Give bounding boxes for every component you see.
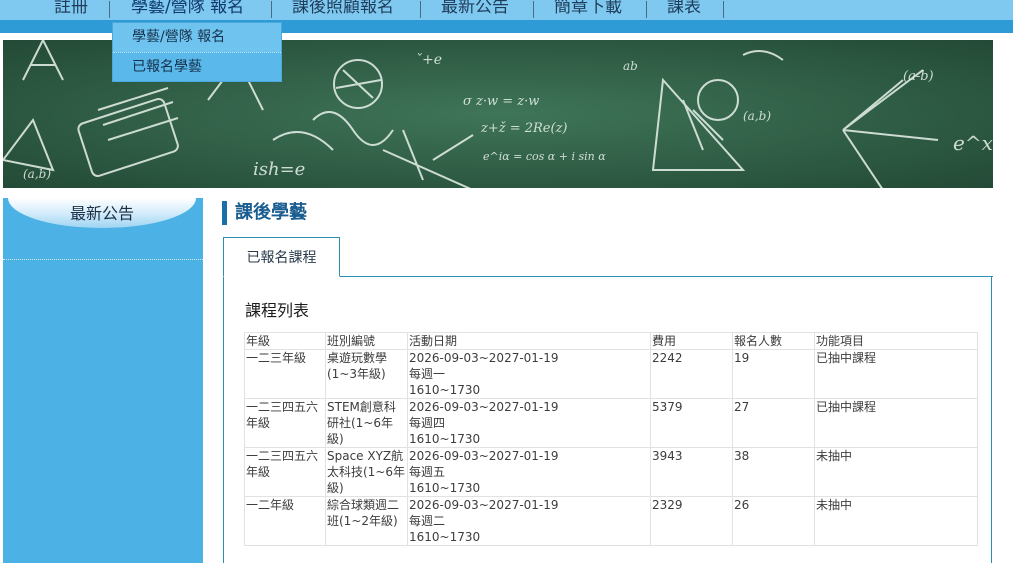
header-activity-date: 活動日期 bbox=[407, 332, 651, 350]
dropdown-item-enrolled-arts[interactable]: 已報名學藝 bbox=[113, 52, 281, 81]
sidebar-divider bbox=[3, 259, 203, 260]
cell-enrolled-count: 38 bbox=[732, 447, 815, 497]
table-row: 一二年級 綜合球類週二班(1~2年級) 2026-09-03~2027-01-1… bbox=[244, 496, 978, 546]
nav-register[interactable]: 註冊 bbox=[54, 0, 88, 20]
cell-activity-date: 2026-09-03~2027-01-19 每週一 1610~1730 bbox=[407, 349, 651, 399]
time-slot: 1610~1730 bbox=[409, 530, 481, 544]
arts-signup-dropdown: 學藝/營隊 報名 已報名學藝 bbox=[112, 22, 282, 82]
page-title: 課後學藝 bbox=[222, 201, 307, 225]
svg-text:e^x: e^x bbox=[953, 131, 993, 155]
svg-text:ˇ+e: ˇ+e bbox=[415, 52, 442, 68]
cell-action: 未抽中 bbox=[814, 447, 978, 497]
tab-gap bbox=[224, 276, 339, 277]
cell-fee: 2329 bbox=[650, 496, 733, 546]
table-row: 一二三四五六年級 Space XYZ航太科技(1~6年級) 2026-09-03… bbox=[244, 447, 978, 497]
dropdown-item-arts-signup[interactable]: 學藝/營隊 報名 bbox=[113, 23, 281, 52]
nav-brochure-download[interactable]: 簡章下載 bbox=[554, 0, 622, 20]
svg-text:σ z·w = z·w: σ z·w = z·w bbox=[463, 94, 539, 109]
date-range: 2026-09-03~2027-01-19 bbox=[409, 400, 559, 414]
nav-separator bbox=[109, 1, 110, 18]
cell-action: 未抽中 bbox=[814, 496, 978, 546]
svg-text:(a-b): (a-b) bbox=[903, 69, 934, 84]
nav-afterschool-care-signup[interactable]: 課後照顧報名 bbox=[292, 0, 394, 20]
time-slot: 1610~1730 bbox=[409, 432, 481, 446]
date-range: 2026-09-03~2027-01-19 bbox=[409, 449, 559, 463]
nav-latest-news[interactable]: 最新公告 bbox=[441, 0, 509, 20]
sidebar-tab-latest-news[interactable]: 最新公告 bbox=[8, 198, 196, 228]
weekday: 每週四 bbox=[409, 416, 446, 430]
cell-grade: 一二三年級 bbox=[244, 349, 326, 399]
weekday: 每週一 bbox=[409, 367, 446, 381]
svg-text:z+ž = 2Re(z): z+ž = 2Re(z) bbox=[480, 121, 568, 136]
svg-text:(a,b): (a,b) bbox=[23, 167, 51, 181]
course-table: 年級 班別編號 活動日期 費用 報名人數 功能項目 一二三年級 桌遊玩數學(1~… bbox=[244, 332, 978, 546]
header-fee: 費用 bbox=[650, 332, 733, 350]
top-nav: 註冊 學藝/營隊 報名 課後照顧報名 最新公告 簡章下載 課表 bbox=[0, 0, 1013, 20]
nav-separator bbox=[420, 1, 421, 18]
section-title: 課程列表 bbox=[245, 301, 310, 320]
cell-class-code: 綜合球類週二班(1~2年級) bbox=[325, 496, 408, 546]
cell-fee: 3943 bbox=[650, 447, 733, 497]
nav-separator bbox=[646, 1, 647, 18]
table-row: 一二三四五六年級 STEM創意科研社(1~6年級) 2026-09-03~202… bbox=[244, 398, 978, 448]
header-enrolled-count: 報名人數 bbox=[732, 332, 815, 350]
cell-action: 已抽中課程 bbox=[814, 398, 978, 448]
sidebar: 最新公告 bbox=[3, 198, 203, 563]
nav-separator bbox=[271, 1, 272, 18]
cell-grade: 一二三四五六年級 bbox=[244, 447, 326, 497]
cell-activity-date: 2026-09-03~2027-01-19 每週四 1610~1730 bbox=[407, 398, 651, 448]
cell-enrolled-count: 27 bbox=[732, 398, 815, 448]
cell-fee: 5379 bbox=[650, 398, 733, 448]
cell-grade: 一二年級 bbox=[244, 496, 326, 546]
table-row: 一二三年級 桌遊玩數學(1~3年級) 2026-09-03~2027-01-19… bbox=[244, 349, 978, 399]
cell-class-code: 桌遊玩數學(1~3年級) bbox=[325, 349, 408, 399]
svg-text:(a,b): (a,b) bbox=[743, 109, 771, 123]
cell-fee: 2242 bbox=[650, 349, 733, 399]
weekday: 每週五 bbox=[409, 465, 446, 479]
cell-action: 已抽中課程 bbox=[814, 349, 978, 399]
header-grade: 年級 bbox=[244, 332, 326, 350]
table-header-row: 年級 班別編號 活動日期 費用 報名人數 功能項目 bbox=[244, 332, 978, 350]
cell-grade: 一二三四五六年級 bbox=[244, 398, 326, 448]
weekday: 每週二 bbox=[409, 514, 446, 528]
nav-arts-camp-signup[interactable]: 學藝/營隊 報名 bbox=[131, 0, 244, 20]
cell-class-code: STEM創意科研社(1~6年級) bbox=[325, 398, 408, 448]
nav-separator bbox=[533, 1, 534, 18]
cell-class-code: Space XYZ航太科技(1~6年級) bbox=[325, 447, 408, 497]
svg-text:ish=e: ish=e bbox=[253, 159, 305, 180]
time-slot: 1610~1730 bbox=[409, 383, 481, 397]
header-actions: 功能項目 bbox=[814, 332, 978, 350]
cell-enrolled-count: 26 bbox=[732, 496, 815, 546]
cell-activity-date: 2026-09-03~2027-01-19 每週五 1610~1730 bbox=[407, 447, 651, 497]
svg-text:e^iα = cos α + i sin α: e^iα = cos α + i sin α bbox=[483, 150, 606, 163]
time-slot: 1610~1730 bbox=[409, 481, 481, 495]
header-class-code: 班別編號 bbox=[325, 332, 408, 350]
date-range: 2026-09-03~2027-01-19 bbox=[409, 498, 559, 512]
svg-text:ab: ab bbox=[623, 59, 638, 73]
nav-timetable[interactable]: 課表 bbox=[667, 0, 701, 20]
date-range: 2026-09-03~2027-01-19 bbox=[409, 351, 559, 365]
cell-activity-date: 2026-09-03~2027-01-19 每週二 1610~1730 bbox=[407, 496, 651, 546]
tab-enrolled-courses[interactable]: 已報名課程 bbox=[223, 237, 340, 277]
nav-separator bbox=[723, 1, 724, 18]
cell-enrolled-count: 19 bbox=[732, 349, 815, 399]
